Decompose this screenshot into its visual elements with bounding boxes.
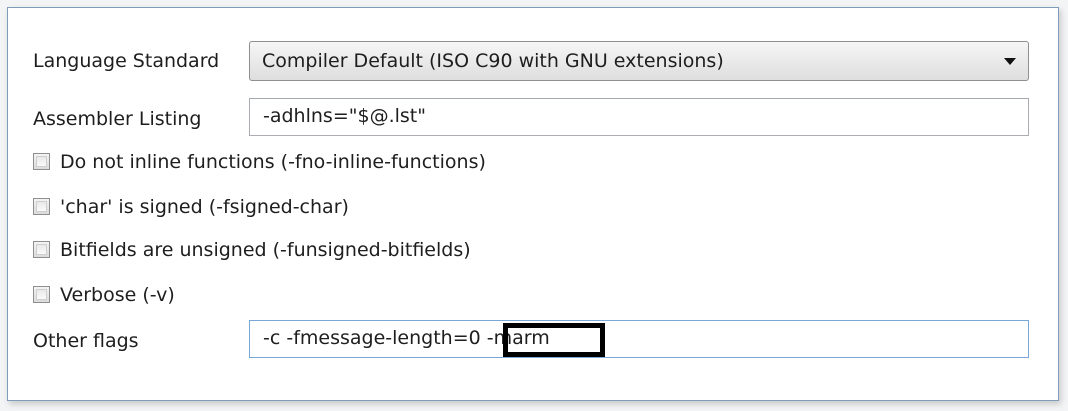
option-label: 'char' is signed (-fsigned-char) — [60, 196, 349, 218]
assembler-listing-value: -adhlns="$@.lst" — [263, 105, 426, 127]
chevron-down-icon[interactable] — [1004, 58, 1016, 65]
language-standard-dropdown[interactable]: Compiler Default (ISO C90 with GNU exten… — [249, 41, 1029, 81]
other-flags-label: Other flags — [33, 330, 139, 352]
checkbox[interactable] — [33, 286, 50, 303]
assembler-listing-label: Assembler Listing — [33, 108, 202, 130]
annotation-highlight-box — [503, 323, 605, 357]
checkbox[interactable] — [33, 198, 50, 215]
language-standard-selected: Compiler Default (ISO C90 with GNU exten… — [262, 50, 724, 72]
option-label: Do not inline functions (-fno-inline-fun… — [60, 151, 486, 173]
option-label: Bitfields are unsigned (-funsigned-bitfi… — [60, 239, 471, 261]
language-standard-label: Language Standard — [33, 50, 220, 72]
checkbox[interactable] — [33, 153, 50, 170]
checkbox[interactable] — [33, 241, 50, 258]
other-flags-field[interactable]: -c -fmessage-length=0 -marm — [249, 320, 1029, 358]
option-label: Verbose (-v) — [60, 284, 175, 306]
assembler-listing-field[interactable]: -adhlns="$@.lst" — [249, 98, 1029, 136]
